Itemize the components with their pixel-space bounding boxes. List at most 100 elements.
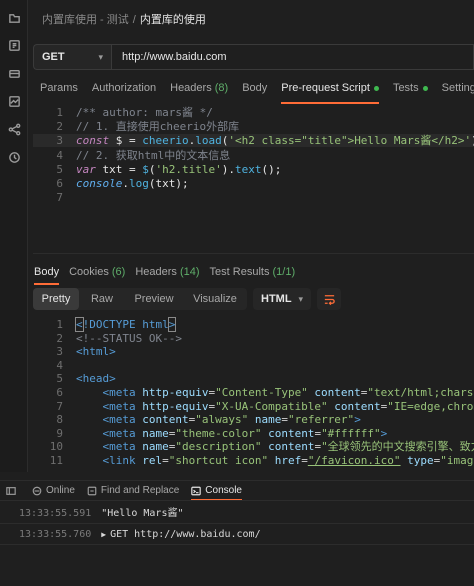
code-token: load [195,134,222,148]
console-log-entry[interactable]: 13:33:55.760 ▶ GET http://www.baidu.com/ [19,528,261,542]
code-token: <meta [76,413,143,427]
sidebar-apis-icon[interactable] [7,38,21,52]
code-token: = [281,413,288,427]
wrap-lines-button[interactable] [317,288,341,310]
code-text: <!--STATUS OK--> [76,332,182,345]
online-status[interactable]: Online [32,485,75,496]
response-tab-cookies[interactable]: Cookies (6) [64,263,130,281]
find-replace-icon [87,486,97,495]
response-tab-test-results[interactable]: Test Results (1/1) [205,263,301,281]
log-divider [0,523,474,524]
sidebar-flows-icon[interactable] [7,122,21,136]
tab-body[interactable]: Body [235,78,274,98]
tab-authorization[interactable]: Authorization [85,78,163,98]
code-token: <html> [76,345,116,359]
code-token: < [75,317,84,332]
response-tab-body[interactable]: Body [33,263,64,285]
tab-label: Authorization [91,82,157,94]
view-mode-preview[interactable]: Preview [125,288,183,310]
view-mode-raw[interactable]: Raw [79,288,125,310]
sidebar-collections-icon[interactable] [7,11,21,25]
tab-headers[interactable]: Headers (8) [163,78,235,98]
code-line: 2 // 1. 直接使用cheerio外部库 [33,120,474,133]
code-line: 7 <meta http-equiv="X-UA-Compatible" con… [33,400,474,413]
code-token: cheerio [142,134,189,148]
response-tab-headers[interactable]: Headers (14) [130,263,204,281]
left-sidebar [0,0,28,472]
code-text: // 1. 直接使用cheerio外部库 [76,120,239,133]
tab-params[interactable]: Params [33,78,85,98]
line-number: 11 [49,454,63,467]
view-mode-pretty[interactable]: Pretty [33,288,79,310]
find-replace-label: Find and Replace [100,485,180,496]
sidebar-monitors-icon[interactable] [7,94,21,108]
code-text: <meta name="description" content="全球领先的中… [76,440,474,453]
code-token: "IE=edge,chrome=1" [387,399,474,413]
tab-label: Settings [441,82,474,94]
pre-request-script-editor[interactable]: 1 /** author: mars酱 */ 2 // 1. 直接使用cheerio外… [33,104,474,254]
code-token: "always" [195,413,249,427]
code-text: console.log(txt); [76,177,189,190]
code-token: content [327,399,381,413]
tab-label: Tests [392,82,419,94]
tab-pre-request-script[interactable]: Pre-request Script [274,78,386,104]
line-number: 7 [56,399,63,413]
code-token: name [142,426,169,440]
console-log-entry[interactable]: 13:33:55.591 "Hello Mars酱" [19,507,184,521]
tab-label: Headers [170,82,212,94]
tab-label: Cookies [69,266,109,278]
sidebar-history-icon[interactable] [7,150,21,164]
line-number: 1 [56,106,63,119]
view-mode-visualize[interactable]: Visualize [183,288,247,310]
code-token: <meta [76,426,143,440]
code-token: <head> [76,372,116,386]
code-token: <link [76,454,143,467]
breadcrumb: 内置库使用 - 测试 / 内置库的使用 [42,11,206,27]
breadcrumb-parent[interactable]: 内置库使用 - 测试 [42,14,129,26]
code-token: (txt); [148,177,189,190]
code-token: content [307,386,361,399]
response-body-editor[interactable]: 1 <!DOCTYPE html> 2 <!--STATUS OK--> 3 <html>… [33,317,474,467]
line-number: 4 [56,358,63,372]
code-token: "全球领先的中文搜索引擎、致力于让网民更便 [321,440,474,454]
code-token: log [128,177,149,190]
response-view-bar: Pretty Raw Preview Visualize HTML ▾ [33,288,341,310]
line-number: 5 [56,162,63,176]
code-token: (); [261,162,282,176]
line-number: 6 [56,386,63,399]
sidebar-environments-icon[interactable] [7,66,21,80]
console-panel: 13:33:55.591 "Hello Mars酱" 13:33:55.760 ▶ GE… [0,500,474,586]
method-label: GET [42,51,65,63]
line-number: 3 [56,134,63,148]
code-token: $ [109,134,129,148]
tab-count: (8) [211,82,229,94]
code-text: const $ = cheerio.load('<h2 class="title… [76,134,474,147]
code-text: <meta content="always" name="referrer"> [76,413,360,427]
method-select[interactable]: GET ▾ [33,44,111,70]
code-token: > [167,317,177,332]
code-token: "X-UA-Compatible" [215,399,328,413]
url-input[interactable]: http://www.baidu.com [111,44,474,70]
code-token: const [76,134,110,148]
code-line: 7 [33,191,474,204]
tab-settings[interactable]: Settings [435,78,474,98]
code-line: 10 <meta name="description" content="全球领… [33,440,474,453]
code-token: "Content-Type" [215,386,308,399]
request-tabs: Params Authorization Headers (8) Body Pre-re… [33,78,474,104]
code-token: /** author: mars酱 */ [76,106,213,119]
code-token: > [380,426,388,440]
code-token: name [248,413,282,427]
toggle-sidebar-button[interactable] [6,486,20,496]
code-token: <meta [76,386,143,399]
console-tab[interactable]: Console [191,485,242,501]
find-replace-button[interactable]: Find and Replace [87,485,179,496]
breadcrumb-current[interactable]: 内置库的使用 [140,14,206,26]
chevron-right-icon[interactable]: ▶ [101,530,106,539]
online-label: Online [46,485,75,496]
code-token: // 2. 获取html中的文本信息 [76,148,231,162]
tab-tests[interactable]: Tests [386,78,435,98]
format-select[interactable]: HTML ▾ [253,288,311,310]
line-number: 4 [56,148,63,162]
code-token: name [142,440,169,454]
terminal-icon [191,486,202,495]
